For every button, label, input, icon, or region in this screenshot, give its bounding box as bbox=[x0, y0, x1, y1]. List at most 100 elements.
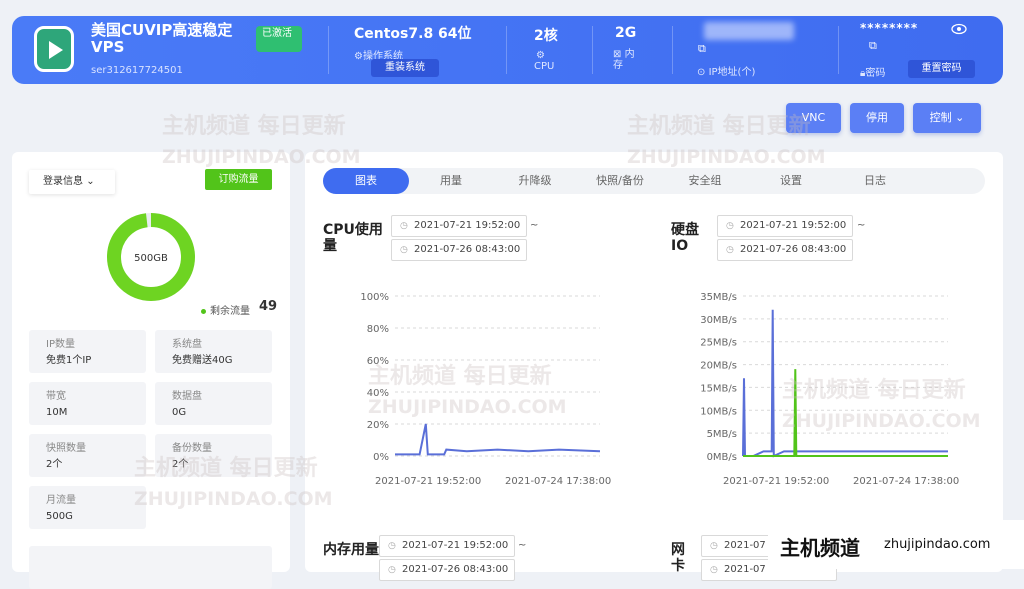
buy-traffic-button[interactable]: 订购流量 bbox=[205, 169, 272, 190]
divider bbox=[672, 26, 673, 74]
tab-snapshot[interactable]: 快照/备份 bbox=[585, 168, 655, 194]
clock-icon: ◷ bbox=[710, 565, 718, 575]
tab-chart[interactable]: 图表 bbox=[323, 168, 409, 194]
eye-icon[interactable] bbox=[951, 20, 967, 39]
tab-security[interactable]: 安全组 bbox=[677, 168, 733, 194]
divider bbox=[838, 26, 839, 74]
x-tick-label: 2021-07-24 17:38:00 bbox=[853, 476, 959, 487]
info-card: IP数量 免费1个IP bbox=[29, 330, 146, 373]
x-tick-label: 2021-07-24 17:38:00 bbox=[505, 476, 611, 487]
x-tick-label: 2021-07-21 19:52:00 bbox=[723, 476, 829, 487]
clock-icon: ◷ bbox=[400, 221, 408, 231]
cpu-icon: ⚙ bbox=[536, 50, 545, 61]
end-date-input[interactable]: ◷ 2021-07-26 08:43:00 bbox=[717, 239, 853, 261]
copy-icon[interactable]: ⧉ bbox=[698, 42, 706, 56]
server-banner: 美国CUVIP高速稳定VPS ser312617724501 已激活 Cento… bbox=[12, 16, 1003, 84]
series-line bbox=[742, 309, 948, 458]
clock-icon: ◷ bbox=[388, 541, 396, 551]
range-tilde: ~ bbox=[857, 220, 866, 231]
watermark: 主机频道 每日更新 bbox=[627, 114, 811, 139]
y-tick-label: 15MB/s bbox=[700, 383, 737, 394]
y-tick-label: 0% bbox=[373, 452, 389, 463]
y-tick-label: 60% bbox=[367, 356, 389, 367]
ip-label: ⊙ IP地址(个) bbox=[697, 67, 756, 78]
traffic-donut: 500GB bbox=[107, 213, 195, 301]
tab-settings[interactable]: 设置 bbox=[763, 168, 819, 194]
y-tick-label: 25MB/s bbox=[700, 338, 737, 349]
donut-center-label: 500GB bbox=[134, 253, 168, 264]
info-card: 数据盘 0G bbox=[155, 382, 272, 425]
info-card: 快照数量 2个 bbox=[29, 434, 146, 477]
disk-chart-title: 硬盘IO bbox=[671, 222, 699, 254]
y-tick-label: 10MB/s bbox=[700, 406, 737, 417]
cpu-label: CPU bbox=[534, 61, 555, 72]
chevron-down-icon: ⌄ bbox=[86, 176, 95, 187]
tab-upgrade[interactable]: 升降级 bbox=[507, 168, 563, 194]
status-badge: 已激活 bbox=[256, 26, 302, 52]
cpu-value: 2核 bbox=[534, 28, 558, 44]
site-logo: 主机频道 zhujipindao.com bbox=[768, 520, 1024, 569]
logo-domain: zhujipindao.com bbox=[884, 537, 991, 552]
stop-button[interactable]: 停用 bbox=[850, 103, 904, 133]
memory-label: ⊠ 内存 bbox=[613, 49, 635, 71]
series-line bbox=[395, 423, 601, 456]
right-panel: 图表 用量 升降级 快照/备份 安全组 设置 日志 CPU使用量 ◷ 2021-0… bbox=[305, 152, 1003, 581]
tab-logs[interactable]: 日志 bbox=[847, 168, 903, 194]
y-tick-label: 20MB/s bbox=[700, 361, 737, 372]
info-card: 备份数量 2个 bbox=[155, 434, 272, 477]
info-card: 月流量 500G bbox=[29, 486, 146, 529]
chevron-down-icon: ⌄ bbox=[955, 111, 965, 124]
y-tick-label: 80% bbox=[367, 324, 389, 335]
ip-address-blurred bbox=[704, 22, 794, 40]
tab-usage[interactable]: 用量 bbox=[423, 168, 479, 194]
login-info-dropdown[interactable]: 登录信息 ⌄ bbox=[29, 170, 115, 194]
gear-icon: ⚙ bbox=[354, 51, 363, 62]
tab-bar: 图表 用量 升降级 快照/备份 安全组 设置 日志 bbox=[323, 168, 985, 194]
y-tick-label: 0MB/s bbox=[707, 452, 737, 463]
memory-icon: ⊠ bbox=[613, 49, 622, 60]
y-tick-label: 100% bbox=[360, 292, 389, 303]
password-mask: ******** bbox=[860, 21, 919, 35]
y-tick-label: 30MB/s bbox=[700, 315, 737, 326]
left-panel: 登录信息 ⌄ 订购流量 500GB 剩余流量 49 IP数量 免费1个IP 系统盘… bbox=[12, 152, 290, 589]
vnc-button[interactable]: VNC bbox=[786, 103, 841, 133]
x-tick-label: 2021-07-21 19:52:00 bbox=[375, 476, 481, 487]
network-chart-title: 网卡 bbox=[671, 542, 685, 574]
start-date-input[interactable]: ◷ 2021-07-21 19:52:00 bbox=[391, 215, 527, 237]
end-date-input[interactable]: ◷ 2021-07-26 08:43:00 bbox=[379, 559, 515, 581]
password-label: 🔒︎密码 bbox=[860, 68, 886, 79]
clock-icon: ◷ bbox=[726, 221, 734, 231]
y-tick-label: 35MB/s bbox=[700, 292, 737, 303]
y-tick-label: 20% bbox=[367, 420, 389, 431]
watermark: 主机频道 每日更新 bbox=[162, 114, 346, 139]
remain-value: 49 bbox=[259, 299, 278, 314]
cpu-chart-title: CPU使用量 bbox=[323, 222, 383, 254]
start-date-input[interactable]: ◷ 2021-07-21 19:52:00 bbox=[717, 215, 853, 237]
location-icon: ⊙ bbox=[697, 67, 706, 78]
legend-dot bbox=[201, 308, 206, 314]
y-tick-label: 40% bbox=[367, 388, 389, 399]
range-tilde: ~ bbox=[518, 540, 527, 551]
range-tilde: ~ bbox=[530, 220, 539, 231]
divider bbox=[506, 26, 507, 74]
divider bbox=[592, 26, 593, 74]
info-card: 系统盘 免费赠送40G bbox=[155, 330, 272, 373]
copy-icon[interactable]: ⧉ bbox=[869, 39, 877, 53]
os-value: Centos7.8 64位 bbox=[354, 26, 472, 42]
reset-password-button[interactable]: 重置密码 bbox=[908, 60, 975, 78]
vps-id: ser312617724501 bbox=[91, 65, 183, 76]
play-icon[interactable] bbox=[34, 26, 74, 72]
clock-icon: ◷ bbox=[710, 541, 718, 551]
vps-name: 美国CUVIP高速稳定VPS bbox=[91, 21, 233, 56]
y-tick-label: 5MB/s bbox=[707, 429, 737, 440]
clock-icon: ◷ bbox=[400, 245, 408, 255]
memory-value: 2G bbox=[615, 25, 637, 41]
clock-icon: ◷ bbox=[388, 565, 396, 575]
control-dropdown[interactable]: 控制 ⌄ bbox=[913, 103, 981, 133]
divider bbox=[328, 26, 329, 74]
end-date-input[interactable]: ◷ 2021-07-26 08:43:00 bbox=[391, 239, 527, 261]
cpu-chart: 100% 80% 60% 40% 20% 0% 2021-07-21 19:52:00 202… bbox=[360, 292, 611, 487]
start-date-input[interactable]: ◷ 2021-07-21 19:52:00 bbox=[379, 535, 515, 557]
reinstall-button[interactable]: 重装系统 bbox=[371, 59, 439, 77]
logo-brand: 主机频道 bbox=[780, 536, 860, 560]
